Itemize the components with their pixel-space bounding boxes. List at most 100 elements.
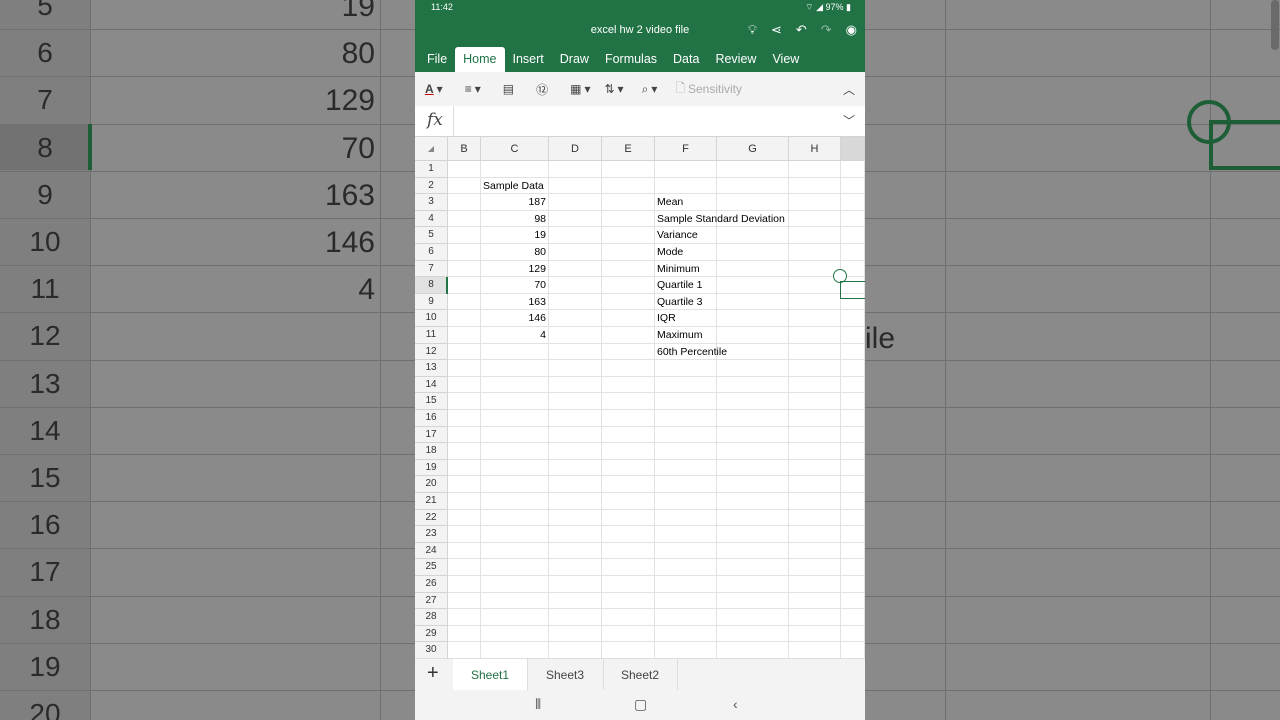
cell-i15[interactable] (841, 393, 865, 410)
cell-e10[interactable] (602, 310, 655, 327)
cell-i28[interactable] (841, 609, 865, 626)
column-header-h[interactable]: H (789, 137, 841, 161)
cell-b2[interactable] (448, 177, 481, 195)
cell-b22[interactable] (448, 509, 481, 527)
cell-h6[interactable] (789, 244, 841, 261)
tab-draw[interactable]: Draw (552, 47, 597, 72)
number-format-button[interactable]: ⑫ (536, 81, 548, 98)
lightbulb-icon[interactable]: 💡︎ (748, 22, 757, 38)
row-header-16[interactable]: 16 (415, 410, 448, 427)
row-header-8[interactable]: 8 (415, 277, 448, 294)
cell-b24[interactable] (448, 542, 481, 560)
cell-h20[interactable] (789, 476, 841, 493)
cell-d4[interactable] (549, 210, 602, 228)
cell-e2[interactable] (602, 177, 655, 195)
cell-g19[interactable] (717, 459, 789, 477)
column-header-f[interactable]: F (655, 137, 717, 161)
home-icon[interactable]: ▢ (634, 696, 647, 713)
cell-f12[interactable]: 60th Percentile (655, 343, 727, 361)
cell-d25[interactable] (549, 559, 602, 576)
cell-i27[interactable] (841, 592, 865, 610)
cell-e11[interactable] (602, 327, 655, 344)
tab-home[interactable]: Home (455, 47, 505, 72)
row-header-29[interactable]: 29 (415, 625, 448, 643)
cell-e8[interactable] (602, 277, 655, 294)
cell-f17[interactable] (655, 426, 717, 444)
cell-i23[interactable] (841, 526, 865, 543)
cell-c2[interactable]: Sample Data (481, 177, 549, 195)
cell-b5[interactable] (448, 227, 481, 244)
row-header-18[interactable]: 18 (415, 443, 448, 460)
cell-b21[interactable] (448, 493, 481, 510)
cell-c19[interactable] (481, 459, 549, 477)
row-header-17[interactable]: 17 (415, 426, 448, 444)
tab-formulas[interactable]: Formulas (597, 47, 665, 72)
cell-c5[interactable]: 19 (481, 227, 549, 244)
row-header-3[interactable]: 3 (415, 194, 448, 211)
row-header-22[interactable]: 22 (415, 509, 448, 527)
cell-b18[interactable] (448, 443, 481, 460)
cell-h23[interactable] (789, 526, 841, 543)
cell-b26[interactable] (448, 576, 481, 593)
cell-h13[interactable] (789, 360, 841, 377)
cell-h2[interactable] (789, 177, 841, 195)
cell-i22[interactable] (841, 509, 865, 527)
cell-i12[interactable] (841, 343, 865, 361)
cell-d26[interactable] (549, 576, 602, 593)
cell-b11[interactable] (448, 327, 481, 344)
cell-e7[interactable] (602, 260, 655, 278)
cell-d17[interactable] (549, 426, 602, 444)
row-header-14[interactable]: 14 (415, 376, 448, 394)
cell-c10[interactable]: 146 (481, 310, 549, 327)
cell-c21[interactable] (481, 493, 549, 510)
cell-c20[interactable] (481, 476, 549, 493)
cell-e25[interactable] (602, 559, 655, 576)
cell-i19[interactable] (841, 459, 865, 477)
cell-i2[interactable] (841, 177, 865, 195)
cell-b23[interactable] (448, 526, 481, 543)
cell-h4[interactable] (789, 210, 841, 228)
cell-g8[interactable] (717, 277, 789, 294)
cell-b30[interactable] (448, 642, 481, 658)
cell-i30[interactable] (841, 642, 865, 658)
cell-h16[interactable] (789, 410, 841, 427)
cell-d16[interactable] (549, 410, 602, 427)
cell-h10[interactable] (789, 310, 841, 327)
cell-i4[interactable] (841, 210, 865, 228)
cell-f28[interactable] (655, 609, 717, 626)
cell-e20[interactable] (602, 476, 655, 493)
cell-g20[interactable] (717, 476, 789, 493)
cell-h29[interactable] (789, 625, 841, 643)
cell-c17[interactable] (481, 426, 549, 444)
format-cells-button[interactable]: ▤ (503, 82, 514, 96)
row-header-11[interactable]: 11 (415, 327, 448, 344)
cell-f25[interactable] (655, 559, 717, 576)
cell-h21[interactable] (789, 493, 841, 510)
cell-g22[interactable] (717, 509, 789, 527)
cell-g12[interactable] (717, 343, 789, 361)
cell-f27[interactable] (655, 592, 717, 610)
cell-b3[interactable] (448, 194, 481, 211)
cell-f7[interactable]: Minimum (655, 260, 717, 278)
cell-g11[interactable] (717, 327, 789, 344)
cell-c1[interactable] (481, 161, 549, 178)
cell-d10[interactable] (549, 310, 602, 327)
collapse-ribbon-button[interactable]: ︿ (843, 81, 855, 98)
cell-g30[interactable] (717, 642, 789, 658)
sort-filter-button[interactable]: ⇅ ▾ (604, 82, 623, 96)
cell-b8[interactable] (448, 277, 481, 294)
cell-e13[interactable] (602, 360, 655, 377)
cell-i3[interactable] (841, 194, 865, 211)
cell-e9[interactable] (602, 293, 655, 311)
tab-data[interactable]: Data (665, 47, 707, 72)
column-header-selected[interactable] (841, 137, 865, 161)
cell-c13[interactable] (481, 360, 549, 377)
cell-c24[interactable] (481, 542, 549, 560)
cell-c25[interactable] (481, 559, 549, 576)
cell-e29[interactable] (602, 625, 655, 643)
cell-i5[interactable] (841, 227, 865, 244)
cell-f6[interactable]: Mode (655, 244, 717, 261)
cell-h17[interactable] (789, 426, 841, 444)
cell-g18[interactable] (717, 443, 789, 460)
sensitivity-button[interactable]: 🗋︎ Sensitivity (675, 79, 742, 100)
